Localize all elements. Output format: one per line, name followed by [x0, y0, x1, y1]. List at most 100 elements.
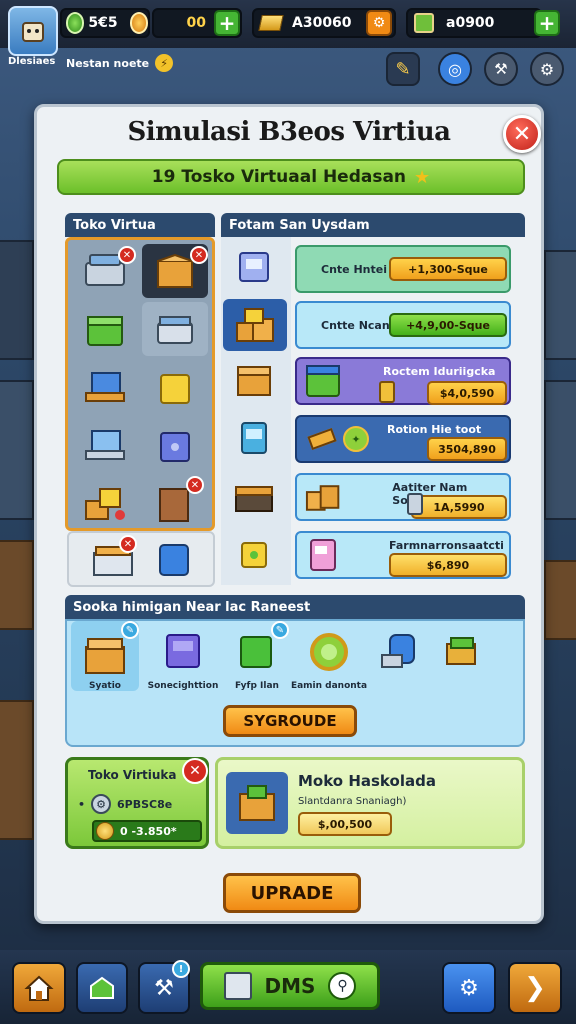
sygroude-button[interactable]: SYGROUDE	[223, 705, 357, 737]
box-pile-icon	[305, 485, 340, 511]
shop-box-icon	[239, 785, 275, 821]
store-card-line1-text: 6PBSC8e	[117, 797, 173, 811]
laptop-icon	[85, 372, 125, 402]
inventory-slot[interactable]	[142, 302, 208, 356]
inventory-slot-selected[interactable]: ✕	[142, 244, 208, 298]
store-card-left[interactable]: Toko Virtiuka ✕ • ⚙ 6PBSC8e 0 -3.850*	[65, 757, 209, 849]
trash-can-icon	[407, 493, 423, 515]
search-icon: ⚲	[328, 972, 357, 1000]
pink-machine-icon	[310, 539, 336, 571]
left-header-text: Toko Virtua	[73, 217, 156, 233]
store-card-line2-text: 0 -3.850*	[120, 824, 177, 838]
remove-badge-icon[interactable]: ✕	[190, 246, 208, 264]
settings-button[interactable]: ⚙	[530, 52, 564, 86]
green-crate-icon	[87, 316, 123, 346]
item-thumbnail[interactable]	[225, 531, 283, 579]
inventory-slot[interactable]: ✕	[142, 476, 208, 530]
edit-badge-icon[interactable]: ✎	[121, 621, 139, 639]
upgrade-item[interactable]	[367, 621, 431, 683]
upgrade-item[interactable]	[149, 621, 217, 683]
inventory-slot[interactable]	[72, 302, 138, 356]
upgrade-button[interactable]: UPRADE	[223, 873, 361, 913]
dms-button[interactable]: DMS ⚲	[200, 962, 380, 1010]
remove-badge-icon[interactable]: ✕	[119, 535, 137, 553]
store-card-line1: • ⚙ 6PBSC8e	[78, 794, 172, 814]
shop-icon	[90, 976, 114, 999]
remove-badge-icon[interactable]: ✕	[118, 246, 136, 264]
cash-stack-icon	[446, 637, 476, 665]
store-card-right[interactable]: Moko Haskolada Slantdanra Snaniagh) $,00…	[215, 757, 525, 849]
open-crate-icon	[235, 486, 273, 512]
subtitle-label: Nestan noete	[66, 56, 150, 70]
inventory-slot[interactable]	[72, 360, 138, 414]
edit-badge-icon[interactable]: ✎	[271, 621, 289, 639]
close-card-icon[interactable]: ✕	[182, 758, 208, 784]
inventory-slot[interactable]: ✕	[72, 244, 138, 298]
item-thumbnail[interactable]	[225, 357, 283, 405]
store-card-title: Toko Virtiuka	[88, 768, 177, 782]
add-resources-button[interactable]: +	[534, 10, 560, 36]
cash-settings-button[interactable]: ⚙	[366, 10, 392, 36]
remove-badge-icon[interactable]: ✕	[186, 476, 204, 494]
item-thumbnail-selected[interactable]	[223, 299, 287, 351]
upgrade-item-label: Syatio	[89, 681, 121, 691]
upgrade-item[interactable]	[295, 621, 363, 683]
subtitle-text: Nestan noete ⚡	[66, 54, 174, 72]
resources-counter: a0900	[406, 8, 542, 38]
inventory-slot[interactable]	[72, 418, 138, 472]
tools-nav-button[interactable]: ⚒ !	[138, 960, 190, 1014]
player-name: Dlesiaes	[8, 56, 56, 67]
home-button[interactable]	[12, 962, 66, 1014]
add-coins-button[interactable]: +	[214, 10, 240, 36]
tools-button[interactable]: ⚒	[484, 52, 518, 86]
inventory-extra-slot[interactable]: ✕	[67, 531, 215, 587]
item-thumbnail[interactable]	[225, 243, 283, 291]
item-row-label: Farmnarronsaatcti	[389, 539, 504, 552]
background-shelf	[0, 380, 34, 520]
purple-safe-icon	[166, 634, 200, 668]
item-row-label: Cntte Ncan	[321, 318, 390, 332]
background-shelf	[0, 240, 34, 360]
coin-icon	[129, 12, 148, 34]
store-card-right-title: Moko Haskolada	[298, 772, 436, 790]
right-section-header: Fotam San Uysdam	[221, 213, 525, 237]
settings-nav-button[interactable]: ⚙	[442, 962, 496, 1014]
item-price: +4,9,00-Sque	[389, 313, 507, 337]
gear-icon: ⚙	[91, 794, 112, 814]
next-button[interactable]: ❯	[508, 962, 562, 1014]
item-thumbnail[interactable]	[225, 415, 283, 463]
gem-icon	[66, 12, 85, 34]
item-row-label: Roctem Iduriigcka	[383, 365, 496, 378]
gems-counter: 5€5	[60, 8, 150, 38]
upgrade-item[interactable]: ✎	[223, 621, 291, 683]
item-thumbnail[interactable]	[225, 473, 283, 521]
inventory-slot[interactable]	[142, 360, 208, 414]
item-price: 3504,890	[427, 437, 507, 461]
resource-crate-icon	[414, 13, 434, 33]
character-icon	[22, 22, 44, 42]
medal-icon	[310, 633, 348, 671]
kiosk-icon	[239, 252, 269, 282]
inventory-slot[interactable]	[72, 476, 138, 530]
register-icon	[157, 316, 193, 344]
target-button[interactable]: ◎	[438, 52, 472, 86]
inventory-slot[interactable]	[142, 418, 208, 472]
main-panel: Simulasi B3eos Virtiua ✕ 19 Tosko Virtua…	[34, 104, 544, 924]
upgrade-item[interactable]	[429, 621, 493, 683]
upgrade-item-label: Eamin danonta	[290, 681, 368, 691]
gems-value: 5€5	[88, 15, 118, 31]
green-register-icon	[306, 365, 340, 397]
player-avatar[interactable]	[8, 6, 58, 56]
coins-value: 00	[186, 15, 206, 31]
yellow-cube-icon	[160, 374, 190, 404]
item-price: 1A,5990	[411, 495, 507, 519]
edit-button[interactable]: ✎	[386, 52, 420, 86]
gear-icon: ⚙	[459, 975, 479, 1001]
scanner-icon	[381, 634, 415, 668]
pencil-icon	[307, 427, 337, 451]
banner-text: 19 Tosko Virtuaal Hedasan	[151, 167, 407, 187]
inventory-grid: ✕ ✕ ✕	[65, 237, 215, 531]
close-button[interactable]: ✕	[503, 115, 541, 153]
star-icon: ★	[414, 166, 431, 188]
shop-button[interactable]	[76, 962, 128, 1014]
